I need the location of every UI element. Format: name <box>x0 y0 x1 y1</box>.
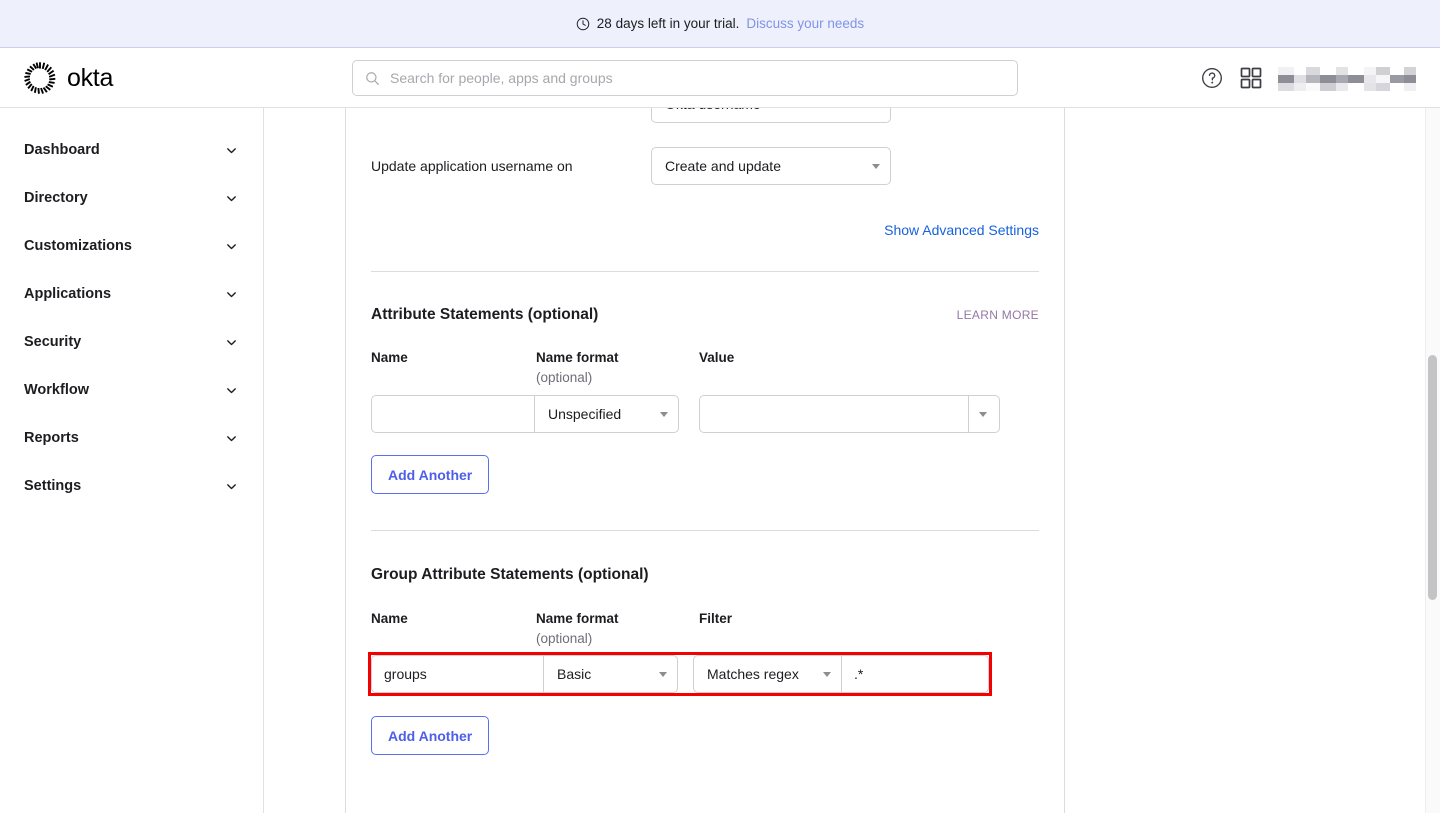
card-body: Okta username Update application usernam… <box>346 108 1064 755</box>
update-username-on-row: Update application username on Create an… <box>371 147 1039 185</box>
sidebar-item-reports[interactable]: Reports <box>0 414 263 462</box>
user-account-menu[interactable] <box>1278 65 1422 91</box>
page-scrollbar-thumb[interactable] <box>1428 355 1437 600</box>
attribute-statements-col-name: Name <box>371 350 408 365</box>
chevron-down-icon <box>225 240 238 253</box>
attribute-statement-value-dropdown-button[interactable] <box>968 395 1000 433</box>
group-attribute-statement-highlight: Basic Matches regex <box>368 652 992 696</box>
sidebar-item-applications[interactable]: Applications <box>0 270 263 318</box>
group-attribute-statement-filter-value-input[interactable] <box>841 655 989 693</box>
group-attribute-statement-name-format-select[interactable]: Basic <box>543 655 678 693</box>
saml-settings-card: Okta username Update application usernam… <box>345 108 1065 813</box>
show-advanced-settings-link[interactable]: Show Advanced Settings <box>884 222 1039 238</box>
chevron-down-icon <box>823 671 831 677</box>
sidebar-item-customizations[interactable]: Customizations <box>0 222 263 270</box>
app-grid-icon[interactable] <box>1240 67 1262 89</box>
okta-admin-page: 28 days left in your trial. Discuss your… <box>0 0 1440 813</box>
attribute-statement-name-format-select[interactable]: Unspecified <box>534 395 679 433</box>
global-search <box>352 60 1018 96</box>
sidebar-item-label: Applications <box>24 286 112 302</box>
sidebar-item-label: Workflow <box>24 382 89 398</box>
discuss-your-needs-link[interactable]: Discuss your needs <box>746 16 864 31</box>
attribute-statements-header: Attribute Statements (optional) LEARN MO… <box>371 306 1039 324</box>
attribute-statements-column-headers: Name Name format (optional) Value <box>371 350 1039 385</box>
application-username-format-row: Okta username <box>371 108 1039 123</box>
attribute-statement-value-input[interactable] <box>699 395 968 433</box>
search-icon <box>365 71 380 86</box>
group-attribute-statements-col-name: Name <box>371 611 408 626</box>
sidebar-item-settings[interactable]: Settings <box>0 462 263 510</box>
chevron-down-icon <box>225 144 238 157</box>
advanced-settings-row: Show Advanced Settings <box>371 222 1039 238</box>
group-attribute-statements-add-another-button[interactable]: Add Another <box>371 716 490 755</box>
group-attribute-statement-name-input[interactable] <box>371 655 543 693</box>
update-username-on-value: Create and update <box>665 158 781 174</box>
clock-icon <box>576 17 590 31</box>
page-scrollbar-track[interactable] <box>1425 108 1440 813</box>
group-attribute-statement-filter-type-select[interactable]: Matches regex <box>693 655 841 693</box>
application-username-format-select[interactable]: Okta username <box>651 108 891 123</box>
application-username-format-value: Okta username <box>665 108 864 112</box>
chevron-down-icon <box>659 671 667 677</box>
attribute-statement-row: Unspecified <box>371 395 1039 433</box>
group-attribute-statement-row: Basic Matches regex <box>371 655 989 693</box>
attribute-statements-add-another-button[interactable]: Add Another <box>371 455 490 494</box>
group-attribute-statements-col-filter: Filter <box>699 611 733 626</box>
sidebar-item-dashboard[interactable]: Dashboard <box>0 126 263 174</box>
chevron-down-icon <box>225 336 238 349</box>
attribute-statement-name-input[interactable] <box>371 395 534 433</box>
attribute-statements-col-value: Value <box>699 350 735 365</box>
attribute-statement-name-format-value: Unspecified <box>548 406 622 422</box>
search-box[interactable] <box>352 60 1018 96</box>
group-attribute-statements-title: Group Attribute Statements (optional) <box>371 566 649 583</box>
group-attribute-statement-name-format-value: Basic <box>557 666 592 682</box>
chevron-down-icon <box>225 384 238 397</box>
update-username-on-select[interactable]: Create and update <box>651 147 891 185</box>
trial-banner-content: 28 days left in your trial. Discuss your… <box>576 16 864 31</box>
attribute-statements-learn-more-link[interactable]: LEARN MORE <box>957 308 1039 322</box>
trial-banner: 28 days left in your trial. Discuss your… <box>0 0 1440 48</box>
sidebar-item-workflow[interactable]: Workflow <box>0 366 263 414</box>
chevron-down-icon <box>225 480 238 493</box>
trial-message: 28 days left in your trial. <box>596 16 740 31</box>
chevron-down-icon <box>225 288 238 301</box>
update-username-on-label: Update application username on <box>371 158 573 174</box>
attribute-statements-title: Attribute Statements (optional) <box>371 306 599 323</box>
group-attribute-statement-filter-type-value: Matches regex <box>707 666 799 682</box>
help-circle-icon[interactable] <box>1200 66 1224 90</box>
chevron-down-icon <box>872 163 880 169</box>
attribute-statements-col-name-format: Name format (optional) <box>536 350 619 385</box>
sidebar-item-label: Customizations <box>24 238 132 254</box>
sidebar-item-label: Settings <box>24 478 82 494</box>
sidebar-item-directory[interactable]: Directory <box>0 174 263 222</box>
group-attribute-statements-col-name-format: Name format (optional) <box>536 611 619 646</box>
okta-wordmark: okta <box>67 63 114 92</box>
chevron-down-icon <box>225 432 238 445</box>
search-input[interactable] <box>390 70 1005 86</box>
group-attribute-statements-column-headers: Name Name format (optional) Filter <box>371 611 1039 646</box>
topnav-actions <box>1200 48 1422 108</box>
group-attribute-statements-header: Group Attribute Statements (optional) <box>371 566 1039 584</box>
chevron-down-icon <box>979 411 987 417</box>
chevron-down-icon <box>225 192 238 205</box>
section-divider <box>371 530 1039 531</box>
main-content-area: Okta username Update application usernam… <box>265 108 1425 813</box>
sidebar-item-security[interactable]: Security <box>0 318 263 366</box>
sidebar-item-label: Dashboard <box>24 142 100 158</box>
okta-logo-icon <box>22 60 58 96</box>
okta-brand[interactable]: okta <box>22 48 113 108</box>
sidebar-item-label: Security <box>24 334 82 350</box>
chevron-down-icon <box>660 411 668 417</box>
sidebar-navigation: Dashboard Directory Customizations Appli… <box>0 108 264 813</box>
top-navigation-bar: okta <box>0 48 1440 108</box>
section-divider <box>371 271 1039 272</box>
sidebar-item-label: Reports <box>24 430 79 446</box>
sidebar-item-label: Directory <box>24 190 88 206</box>
